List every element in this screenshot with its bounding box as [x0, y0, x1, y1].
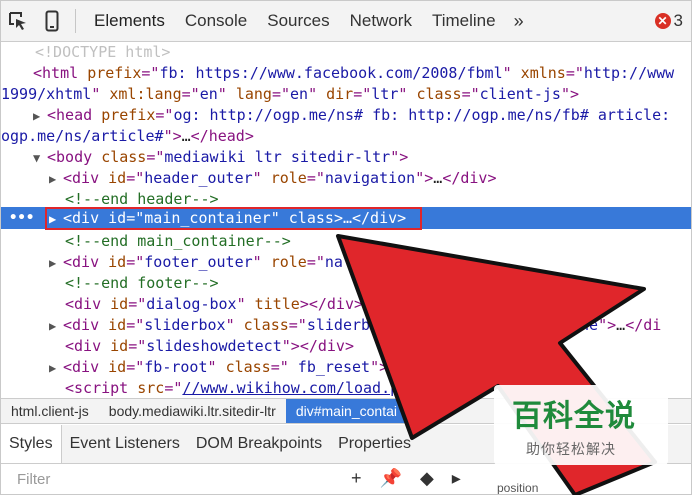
watermark-subtitle: 助你轻松解决: [526, 442, 616, 458]
breadcrumb-body[interactable]: body.mediawiki.ltr.sitedir-ltr: [99, 399, 286, 423]
dom-line-doctype[interactable]: <!DOCTYPE html>: [35, 42, 170, 63]
tab-timeline[interactable]: Timeline: [422, 1, 506, 41]
new-style-rule-icon[interactable]: +: [351, 468, 362, 489]
collapse-arrow-icon[interactable]: ▼: [33, 148, 47, 169]
dom-line-comment-footer[interactable]: <!--end footer-->: [65, 273, 219, 294]
styles-filter-input[interactable]: Filter: [17, 471, 50, 488]
expand-arrow-icon[interactable]: ▶: [49, 253, 63, 274]
tab-console[interactable]: Console: [175, 1, 257, 41]
more-tabs-button[interactable]: »: [506, 11, 532, 32]
dom-line-html[interactable]: <html prefix="fb: https://www.facebook.c…: [33, 63, 674, 84]
annotation-highlight-box: [45, 207, 422, 230]
color-format-icon[interactable]: ◆: [420, 468, 434, 489]
tab-event-listeners[interactable]: Event Listeners: [62, 425, 188, 463]
dom-line-fb-root[interactable]: ▶ <div id="fb-root" class=" fb_reset">…</…: [49, 357, 424, 378]
breadcrumb-main-container[interactable]: div#main_contai: [285, 399, 407, 423]
tab-elements[interactable]: Elements: [84, 1, 175, 41]
tab-styles[interactable]: Styles: [1, 425, 62, 463]
dom-line-header-outer[interactable]: ▶ <div id="header_outer" role="navigation…: [49, 168, 497, 189]
tab-properties[interactable]: Properties: [330, 425, 419, 463]
watermark-title: 百科全说: [512, 399, 636, 434]
dom-line-body[interactable]: ▼ <body class="mediawiki ltr sitedir-ltr"…: [33, 147, 408, 168]
more-options-icon[interactable]: •••: [9, 207, 34, 229]
dom-line-footer-outer[interactable]: ▶ <div id="footer_outer" role="na: [49, 252, 343, 273]
expand-arrow-icon[interactable]: ▶: [49, 169, 63, 190]
devtools-toolbar: Elements Console Sources Network Timelin…: [1, 1, 691, 42]
dom-line-sliderbox-end[interactable]: one">…</di: [571, 315, 661, 336]
dom-line-html-cont[interactable]: 1999/xhtml" xml:lang="en" lang="en" dir=…: [1, 84, 579, 105]
dom-line-comment-main[interactable]: <!--end main_container-->: [65, 231, 291, 252]
expand-arrow-icon[interactable]: ▶: [49, 316, 63, 337]
error-count: 3: [673, 11, 683, 30]
metrics-position-label: position: [497, 481, 539, 495]
dom-line-slideshowdetect[interactable]: <div id="slideshowdetect"></div>: [65, 336, 354, 357]
expand-arrow-icon[interactable]: ▶: [33, 106, 47, 127]
dom-line-sliderbox[interactable]: ▶ <div id="sliderbox" class="sliderbox: [49, 315, 388, 336]
dom-line-head[interactable]: ▶ <head prefix="og: http://ogp.me/ns# fb:…: [33, 105, 670, 126]
breadcrumb-html[interactable]: html.client-js: [1, 399, 99, 423]
styles-filter-row: Filter + 📌 ◆ ▸: [1, 464, 691, 494]
tab-sources[interactable]: Sources: [257, 1, 339, 41]
tab-dom-breakpoints[interactable]: DOM Breakpoints: [188, 425, 330, 463]
dom-line-script[interactable]: <script src="//www.wikihow.com/load.php?: [65, 378, 426, 397]
element-state-icon[interactable]: ▸: [452, 468, 461, 489]
styles-toolbar: + 📌 ◆ ▸: [351, 468, 461, 489]
device-mode-icon[interactable]: [35, 1, 69, 41]
inspect-element-icon[interactable]: [1, 1, 35, 41]
error-counter[interactable]: ✕ 3: [654, 11, 691, 31]
watermark-logo: 百科全说 助你轻松解决: [494, 385, 668, 465]
toolbar-divider: [75, 9, 76, 33]
pin-icon[interactable]: 📌: [380, 468, 402, 489]
dom-tree: <!DOCTYPE html> <html prefix="fb: https:…: [1, 42, 691, 397]
dom-line-dialog-box[interactable]: <div id="dialog-box" title></div>: [65, 294, 363, 315]
dom-line-head-cont[interactable]: ogp.me/ns/article#">…</head>: [1, 126, 254, 147]
tab-network[interactable]: Network: [340, 1, 422, 41]
expand-arrow-icon[interactable]: ▶: [49, 358, 63, 379]
error-icon: ✕: [654, 13, 671, 29]
